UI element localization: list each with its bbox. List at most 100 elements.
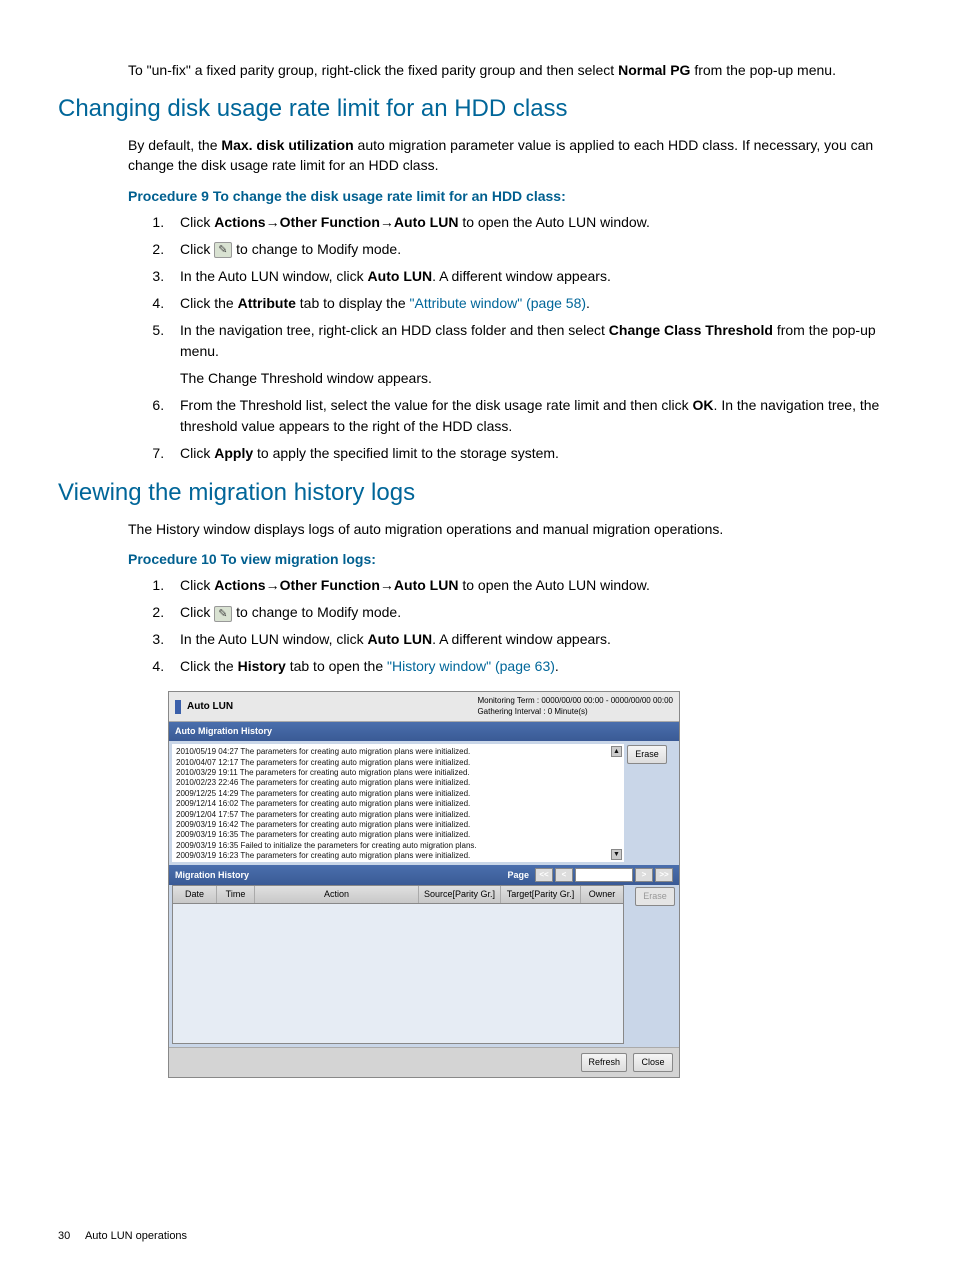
log-line: 2009/03/19 16:23 The parameters for crea… — [176, 851, 620, 861]
actions-label: Actions — [214, 214, 265, 230]
change-class-threshold-label: Change Class Threshold — [609, 322, 773, 338]
text: From the Threshold list, select the valu… — [180, 397, 693, 413]
attribute-window-link[interactable]: "Attribute window" (page 58) — [410, 295, 586, 311]
normal-pg-label: Normal PG — [618, 62, 690, 78]
col-action[interactable]: Action — [255, 886, 419, 903]
procedure-9-title: Procedure 9 To change the disk usage rat… — [128, 186, 896, 206]
monitoring-term: Monitoring Term : 0000/00/00 00:00 - 000… — [477, 696, 673, 706]
step-5: In the navigation tree, right-click an H… — [168, 320, 896, 389]
text: Click the — [180, 658, 238, 674]
page-label: Page — [507, 869, 529, 882]
page-footer: 30 Auto LUN operations — [58, 1229, 187, 1245]
step-2: Click to change to Modify mode. — [168, 602, 896, 623]
history-window-link[interactable]: "History window" (page 63) — [387, 658, 555, 674]
scroll-down-icon[interactable]: ▼ — [611, 849, 622, 860]
log-line: 2009/03/19 16:23 Failed to initialize th… — [176, 862, 620, 863]
arrow-icon: → — [380, 214, 394, 230]
apply-label: Apply — [214, 445, 253, 461]
scroll-up-icon[interactable]: ▲ — [611, 746, 622, 757]
section-title: Migration History — [175, 869, 249, 882]
pager-next-button[interactable]: > — [635, 868, 653, 882]
step-5-sub: The Change Threshold window appears. — [180, 368, 896, 389]
page-number: 30 — [58, 1230, 70, 1242]
pager-first-button[interactable]: << — [535, 868, 553, 882]
text: In the Auto LUN window, click — [180, 268, 368, 284]
section1-intro: By default, the Max. disk utilization au… — [128, 135, 896, 176]
col-date[interactable]: Date — [173, 886, 217, 903]
col-target[interactable]: Target[Parity Gr.] — [501, 886, 581, 903]
log-line: 2009/12/25 14:29 The parameters for crea… — [176, 789, 620, 799]
pager-last-button[interactable]: >> — [655, 868, 673, 882]
attribute-label: Attribute — [238, 295, 296, 311]
procedure-10-title: Procedure 10 To view migration logs: — [128, 549, 896, 569]
close-button[interactable]: Close — [633, 1053, 673, 1072]
log-line: 2009/03/19 16:35 Failed to initialize th… — [176, 841, 620, 851]
text: . — [586, 295, 590, 311]
heading-migration-logs: Viewing the migration history logs — [58, 476, 896, 511]
pager-prev-button[interactable]: < — [555, 868, 573, 882]
text: to open the Auto LUN window. — [458, 577, 649, 593]
text: to apply the specified limit to the stor… — [253, 445, 559, 461]
text: to change to Modify mode. — [232, 604, 401, 620]
text: from the pop-up menu. — [690, 62, 836, 78]
text: Click — [180, 214, 214, 230]
gathering-interval: Gathering Interval : 0 Minute(s) — [477, 707, 673, 717]
arrow-icon: → — [266, 214, 280, 230]
auto-lun-label: Auto LUN — [394, 214, 459, 230]
table-header-row: Date Time Action Source[Parity Gr.] Targ… — [172, 885, 624, 904]
procedure-10-steps: Click Actions→Other Function→Auto LUN to… — [148, 575, 896, 677]
log-line: 2010/03/29 19:11 The parameters for crea… — [176, 768, 620, 778]
text: to open the Auto LUN window. — [458, 214, 649, 230]
text: To "un-fix" a fixed parity group, right-… — [128, 62, 618, 78]
page-select[interactable]: - / -▼ — [575, 868, 633, 882]
unfix-paragraph: To "un-fix" a fixed parity group, right-… — [128, 60, 896, 80]
col-owner[interactable]: Owner — [581, 886, 623, 903]
col-source[interactable]: Source[Parity Gr.] — [419, 886, 501, 903]
text: Click — [180, 241, 214, 257]
step-3: In the Auto LUN window, click Auto LUN. … — [168, 266, 896, 287]
erase-button[interactable]: Erase — [627, 745, 667, 764]
migration-history-area: Date Time Action Source[Parity Gr.] Targ… — [169, 885, 679, 1047]
other-function-label: Other Function — [280, 214, 380, 230]
text: By default, the — [128, 137, 221, 153]
step-6: From the Threshold list, select the valu… — [168, 395, 896, 437]
log-line: 2009/03/19 16:35 The parameters for crea… — [176, 830, 620, 840]
text: . A different window appears. — [432, 268, 611, 284]
text: . A different window appears. — [432, 631, 611, 647]
arrow-icon: → — [266, 577, 280, 593]
step-1: Click Actions→Other Function→Auto LUN to… — [168, 575, 896, 596]
dropdown-icon: ▼ — [622, 869, 630, 881]
auto-lun-label: Auto LUN — [368, 631, 433, 647]
auto-lun-label: Auto LUN — [394, 577, 459, 593]
text: Click — [180, 604, 214, 620]
log-line: 2009/12/14 16:02 The parameters for crea… — [176, 799, 620, 809]
col-time[interactable]: Time — [217, 886, 255, 903]
modify-mode-icon — [214, 242, 232, 258]
arrow-icon: → — [380, 577, 394, 593]
window-header: Auto LUN Monitoring Term : 0000/00/00 00… — [169, 692, 679, 722]
chapter-title: Auto LUN operations — [85, 1230, 187, 1242]
log-line: 2010/05/19 04:27 The parameters for crea… — [176, 747, 620, 757]
section-title: Auto Migration History — [175, 725, 272, 738]
text: Click — [180, 577, 214, 593]
header-info: Monitoring Term : 0000/00/00 00:00 - 000… — [477, 696, 673, 717]
auto-migration-area: 2010/05/19 04:27 The parameters for crea… — [169, 741, 679, 865]
step-4: Click the History tab to open the "Histo… — [168, 656, 896, 677]
step-7: Click Apply to apply the specified limit… — [168, 443, 896, 464]
procedure-9-steps: Click Actions→Other Function→Auto LUN to… — [148, 212, 896, 464]
text: Click the — [180, 295, 238, 311]
pager: Page << < - / -▼ > >> — [507, 868, 673, 882]
log-textarea[interactable]: 2010/05/19 04:27 The parameters for crea… — [172, 744, 624, 862]
heading-disk-usage: Changing disk usage rate limit for an HD… — [58, 92, 896, 127]
text: In the navigation tree, right-click an H… — [180, 322, 609, 338]
section2-intro: The History window displays logs of auto… — [128, 519, 896, 539]
actions-label: Actions — [214, 577, 265, 593]
modify-mode-icon — [214, 606, 232, 622]
text: . — [555, 658, 559, 674]
text: to change to Modify mode. — [232, 241, 401, 257]
text: Click — [180, 445, 214, 461]
history-window-screenshot: Auto LUN Monitoring Term : 0000/00/00 00… — [168, 691, 680, 1078]
refresh-button[interactable]: Refresh — [581, 1053, 627, 1072]
step-4: Click the Attribute tab to display the "… — [168, 293, 896, 314]
text: In the Auto LUN window, click — [180, 631, 368, 647]
